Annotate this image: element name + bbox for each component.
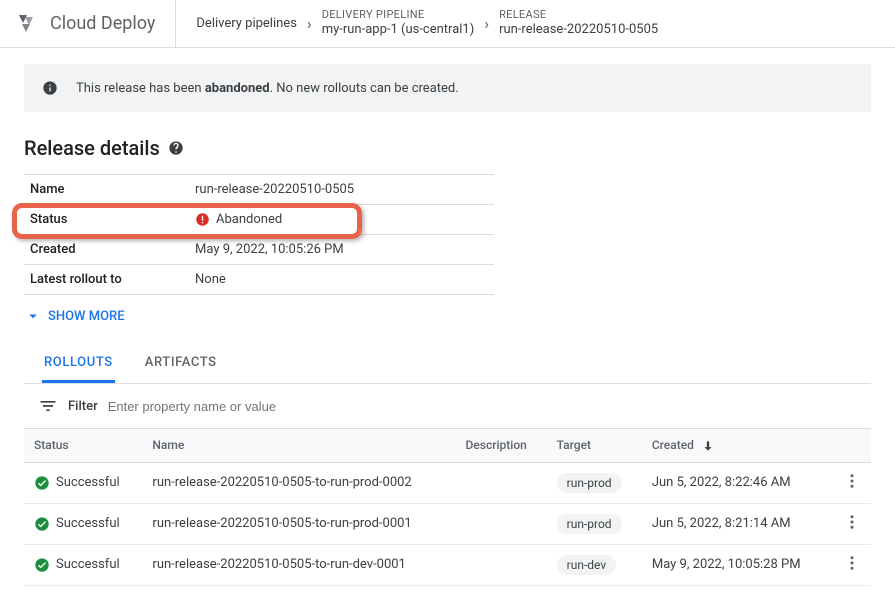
logo-area: Cloud Deploy <box>16 0 176 47</box>
sort-desc-icon <box>701 439 715 453</box>
cell-name[interactable]: run-release-20220510-0505-to-run-prod-00… <box>142 462 455 503</box>
col-status[interactable]: Status <box>24 429 142 463</box>
banner-post: . No new rollouts can be created. <box>270 81 459 96</box>
show-more-button[interactable]: SHOW MORE <box>24 307 125 325</box>
detail-row-status: Status Abandoned <box>24 205 494 235</box>
filter-bar: Filter <box>24 384 871 428</box>
rollouts-table: Status Name Description Target Created S… <box>24 428 871 586</box>
breadcrumb-release-label: RELEASE <box>499 8 658 22</box>
breadcrumb-pipeline[interactable]: DELIVERY PIPELINE my-run-app-1 (us-centr… <box>322 8 475 39</box>
cell-target: run-dev <box>547 544 642 585</box>
cell-target: run-prod <box>547 503 642 544</box>
detail-value: May 9, 2022, 10:05:26 PM <box>189 235 494 265</box>
table-row: Successful run-release-20220510-0505-to-r… <box>24 544 871 585</box>
breadcrumb-root[interactable]: Delivery pipelines <box>196 16 297 31</box>
banner-strong: abandoned <box>205 81 270 96</box>
cell-name[interactable]: run-release-20220510-0505-to-run-prod-00… <box>142 503 455 544</box>
cell-description <box>456 462 547 503</box>
show-more-label: SHOW MORE <box>48 309 125 324</box>
cell-description <box>456 503 547 544</box>
target-chip[interactable]: run-prod <box>557 514 622 534</box>
filter-label: Filter <box>68 399 98 414</box>
tab-artifacts[interactable]: ARTIFACTS <box>143 345 219 383</box>
col-description[interactable]: Description <box>456 429 547 463</box>
detail-label: Status <box>24 205 189 235</box>
details-table: Name run-release-20220510-0505 Status Ab… <box>24 174 494 295</box>
banner-pre: This release has been <box>76 81 205 96</box>
success-icon <box>34 557 50 573</box>
help-icon[interactable] <box>168 140 184 156</box>
cell-status: Successful <box>24 544 142 585</box>
detail-label: Latest rollout to <box>24 265 189 295</box>
status-text: Successful <box>56 516 120 531</box>
cell-name[interactable]: run-release-20220510-0505-to-run-dev-000… <box>142 544 455 585</box>
cell-description <box>456 544 547 585</box>
error-icon <box>195 212 210 227</box>
chevron-right-icon: › <box>307 14 312 33</box>
cell-target: run-prod <box>547 462 642 503</box>
info-icon <box>42 80 58 96</box>
breadcrumb-pipeline-value: my-run-app-1 (us-central1) <box>322 22 475 39</box>
success-icon <box>34 516 50 532</box>
cell-actions <box>831 503 871 544</box>
col-created[interactable]: Created <box>642 429 831 463</box>
more-vert-icon[interactable] <box>843 472 861 490</box>
chevron-right-icon: › <box>484 14 489 33</box>
section-title-row: Release details <box>24 136 871 160</box>
cell-status: Successful <box>24 503 142 544</box>
product-name: Cloud Deploy <box>50 13 155 34</box>
cell-created: May 9, 2022, 10:05:28 PM <box>642 544 831 585</box>
more-vert-icon[interactable] <box>843 554 861 572</box>
chevron-down-icon <box>24 307 42 325</box>
col-name[interactable]: Name <box>142 429 455 463</box>
col-created-label: Created <box>652 438 694 452</box>
status-text: Successful <box>56 475 120 490</box>
detail-row-name: Name run-release-20220510-0505 <box>24 175 494 205</box>
filter-icon[interactable] <box>38 396 58 416</box>
detail-label: Created <box>24 235 189 265</box>
table-row: Successful run-release-20220510-0505-to-r… <box>24 503 871 544</box>
app-header: Cloud Deploy Delivery pipelines › DELIVE… <box>0 0 895 48</box>
success-icon <box>34 475 50 491</box>
detail-label: Name <box>24 175 189 205</box>
detail-value: run-release-20220510-0505 <box>189 175 494 205</box>
cell-created: Jun 5, 2022, 8:22:46 AM <box>642 462 831 503</box>
cell-created: Jun 5, 2022, 8:21:14 AM <box>642 503 831 544</box>
tab-rollouts[interactable]: ROLLOUTS <box>42 345 115 383</box>
detail-row-created: Created May 9, 2022, 10:05:26 PM <box>24 235 494 265</box>
abandoned-banner: This release has been abandoned. No new … <box>24 64 871 112</box>
more-vert-icon[interactable] <box>843 513 861 531</box>
page-title: Release details <box>24 136 160 160</box>
banner-text: This release has been abandoned. No new … <box>76 81 459 96</box>
cell-status: Successful <box>24 462 142 503</box>
status-value: Abandoned <box>195 212 488 227</box>
col-actions <box>831 429 871 463</box>
details-wrapper: Name run-release-20220510-0505 Status Ab… <box>24 174 871 295</box>
cell-actions <box>831 544 871 585</box>
breadcrumb-release[interactable]: RELEASE run-release-20220510-0505 <box>499 8 658 39</box>
table-header-row: Status Name Description Target Created <box>24 429 871 463</box>
cloud-deploy-logo-icon <box>16 12 40 36</box>
breadcrumb: Delivery pipelines › DELIVERY PIPELINE m… <box>176 8 658 39</box>
col-target[interactable]: Target <box>547 429 642 463</box>
status-text: Successful <box>56 557 120 572</box>
detail-row-latest-rollout: Latest rollout to None <box>24 265 494 295</box>
breadcrumb-release-value: run-release-20220510-0505 <box>499 22 658 39</box>
table-row: Successful run-release-20220510-0505-to-r… <box>24 462 871 503</box>
detail-value: None <box>189 265 494 295</box>
status-text: Abandoned <box>216 212 282 227</box>
target-chip[interactable]: run-dev <box>557 555 617 575</box>
target-chip[interactable]: run-prod <box>557 473 622 493</box>
breadcrumb-pipeline-label: DELIVERY PIPELINE <box>322 8 475 22</box>
cell-actions <box>831 462 871 503</box>
filter-input[interactable] <box>108 399 857 414</box>
tabs: ROLLOUTS ARTIFACTS <box>24 345 871 384</box>
detail-value-cell: Abandoned <box>189 205 494 235</box>
